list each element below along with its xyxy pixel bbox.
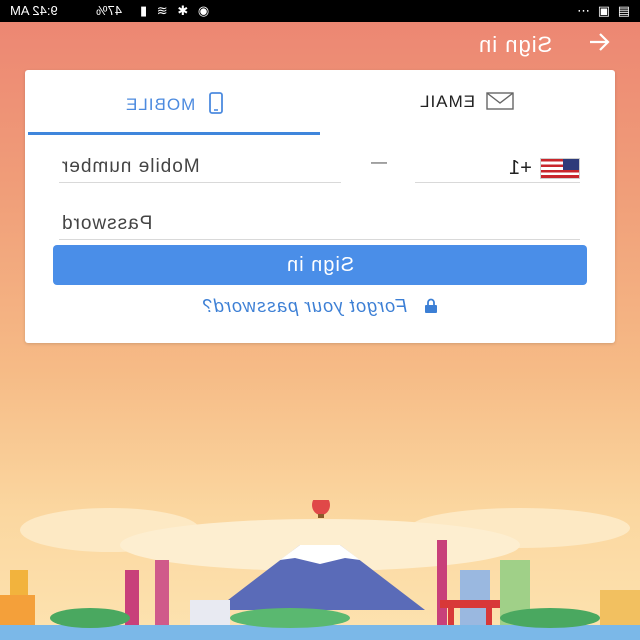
country-code[interactable]: +1 [509, 157, 532, 180]
envelope-icon [486, 92, 515, 110]
tab-indicator [28, 132, 320, 135]
forgot-password-link[interactable]: Forgot your password? [145, 296, 495, 317]
signin-button-label: Sign in [285, 254, 355, 276]
separator-dash: — [371, 154, 387, 171]
phone-icon [209, 92, 224, 114]
signal-icon: ▮ [140, 3, 151, 18]
wifi-icon: ≋ [156, 3, 171, 18]
battery-percent: 47% [96, 3, 123, 18]
app-header: Sign in [0, 22, 640, 70]
system-icons: ▮ ≋ ✱ ◉ [140, 3, 212, 19]
tab-email-label: EMAIL [418, 92, 475, 111]
signin-card: MOBILE EMAIL +1 — Mobile number Password… [25, 70, 615, 343]
status-time: 9:42 AM [10, 3, 58, 18]
tab-mobile-label: MOBILE [124, 95, 195, 114]
password-input[interactable] [61, 211, 581, 237]
lock-icon [424, 298, 437, 313]
status-icons: ⋯ ▣ ▤ [577, 3, 632, 19]
battery-text: 47% [96, 3, 122, 18]
tab-mobile-content: MOBILE [28, 92, 321, 115]
us-flag-icon[interactable] [540, 158, 580, 179]
status-bar: 9:42 AM ⋯ ▣ ▤ 47% ▮ ≋ ✱ ◉ [0, 0, 640, 22]
country-code-underline [415, 182, 580, 183]
app-screen: 9:42 AM ⋯ ▣ ▤ 47% ▮ ≋ ✱ ◉ Sign in MOBILE [0, 0, 640, 640]
menu-dots-icon: ⋯ [577, 3, 593, 18]
bluetooth-icon: ✱ [177, 3, 192, 18]
page-title: Sign in [477, 32, 552, 57]
signin-button[interactable]: Sign in [53, 245, 587, 285]
tab-email[interactable]: EMAIL [320, 70, 613, 134]
back-button[interactable] [586, 30, 612, 58]
flag-canton [563, 159, 579, 170]
tab-mobile[interactable]: MOBILE [28, 70, 321, 134]
location-icon: ◉ [197, 3, 213, 18]
city-skyline-illustration [0, 500, 640, 640]
password-underline [59, 239, 580, 240]
tab-email-content: EMAIL [320, 92, 613, 112]
forgot-password-label: Forgot your password? [202, 296, 408, 316]
mobile-underline [59, 182, 341, 183]
image-icon: ▣ [597, 3, 613, 18]
message-icon: ▤ [617, 3, 632, 18]
mobile-number-input[interactable] [61, 154, 341, 180]
arrow-left-icon [590, 33, 610, 51]
